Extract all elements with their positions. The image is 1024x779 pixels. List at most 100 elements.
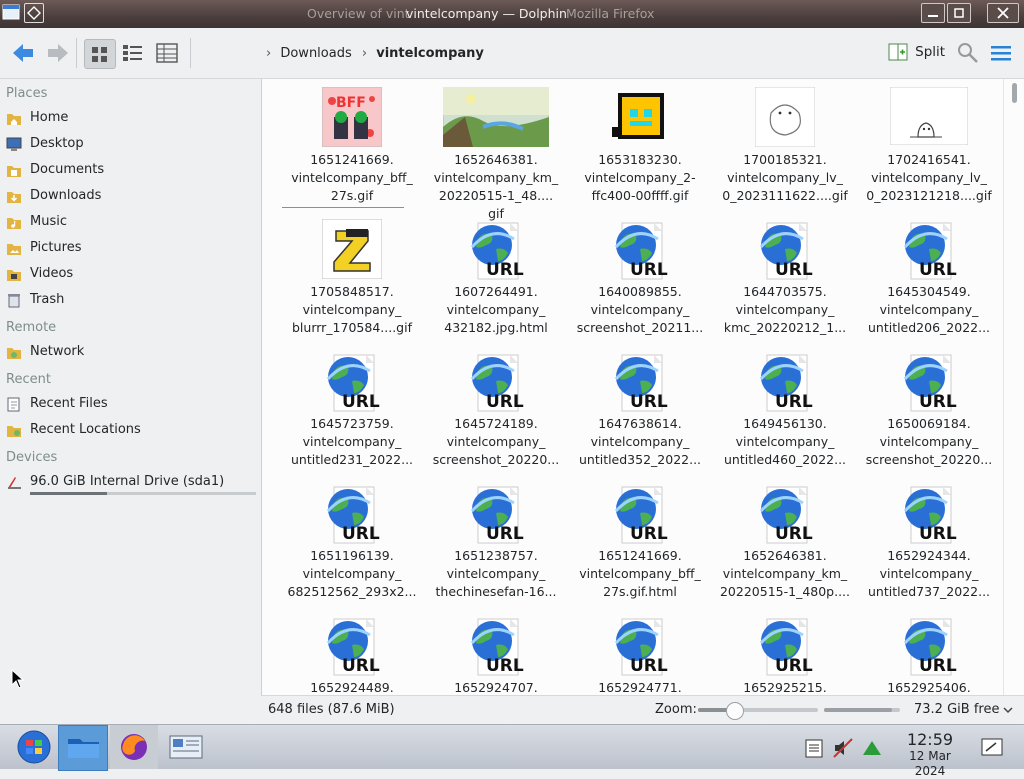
start-menu-icon[interactable] [10, 725, 58, 769]
back-arrow-icon[interactable] [10, 40, 36, 66]
audio-muted-icon[interactable] [832, 737, 854, 759]
sidebar-item-videos[interactable]: Videos [0, 261, 260, 287]
file-item-html[interactable]: URL 1644703575. vintelcompany_ kmc_20220212… [715, 219, 855, 337]
close-button[interactable] [987, 3, 1019, 23]
file-item-html[interactable]: URL 1652924771. [570, 615, 710, 695]
sidebar-item-home[interactable]: Home [0, 105, 260, 131]
svg-text:URL: URL [775, 524, 813, 544]
music-folder-icon [7, 218, 21, 229]
taskbar-dolphin[interactable] [58, 725, 108, 771]
sidebar-item-network[interactable]: Network [0, 339, 260, 365]
sidebar-item-recent-locations[interactable]: Recent Locations [0, 417, 260, 443]
devices-section-header: Devices [6, 450, 58, 465]
file-item-gif[interactable]: 1705848517. vintelcompany_ blurrr_170584..… [282, 218, 422, 337]
clock[interactable]: 12:59 12 Mar 2024 [892, 731, 968, 779]
sidebar-item-documents[interactable]: Documents [0, 157, 260, 183]
sidebar-item-label: Downloads [30, 188, 102, 203]
home-folder-icon [7, 114, 21, 125]
show-desktop-icon[interactable] [980, 736, 1004, 758]
file-name-line: untitled352_2022... [578, 452, 702, 467]
file-item-html[interactable]: URL 1607264491. vintelcompany_ 432182.jpg.h… [426, 219, 566, 337]
sidebar-item-desktop[interactable]: Desktop [0, 131, 260, 157]
file-name-line: 1652924771. [598, 680, 682, 695]
file-item-html[interactable]: URL 1652924344. vintelcompany_ untitled737_… [859, 483, 999, 601]
breadcrumb-downloads[interactable]: Downloads [280, 46, 351, 61]
file-name-line: 1645304549. [887, 284, 971, 299]
file-item-gif[interactable]: BFF 1651241669. vintelcompany_bff_ 27s.gif [282, 86, 422, 205]
clock-time: 12:59 [906, 730, 954, 749]
landscape-thumbnail [426, 86, 566, 151]
chevron-down-icon[interactable] [1002, 705, 1014, 715]
file-name-line: vintelcompany_ [735, 434, 835, 449]
maximize-button[interactable] [947, 3, 971, 23]
minimize-button[interactable] [921, 3, 945, 23]
split-button[interactable]: Split [888, 42, 945, 66]
file-name-line: 1652924489. [310, 680, 394, 695]
file-name-line: vintelcompany_ [879, 302, 979, 317]
network-status-icon[interactable] [861, 737, 883, 759]
sidebar-item-recent-files[interactable]: Recent Files [0, 391, 260, 417]
breadcrumb-current-folder[interactable]: vintelcompany [376, 46, 484, 61]
file-icon-view[interactable]: BFF 1651241669. vintelcompany_bff_ 27s.gif 1… [261, 79, 1004, 695]
file-item-html[interactable]: URL 1652925406. [859, 615, 999, 695]
background-window-title-2: Mozilla Firefox [566, 6, 655, 21]
file-item-html[interactable]: URL 1651196139. vintelcompany_ 682512562_29… [282, 483, 422, 601]
sidebar-item-downloads[interactable]: Downloads [0, 183, 260, 209]
clipboard-icon[interactable] [803, 737, 825, 759]
window-title: vintelcompany — Dolphin [406, 6, 567, 21]
file-item-html[interactable]: URL 1652646381. vintelcompany_km_ 20220515-… [715, 483, 855, 601]
file-item-html[interactable]: URL 1651241669. vintelcompany_bff_ 27s.gif.… [570, 483, 710, 601]
url-globe-icon: URL [282, 483, 422, 547]
file-item-gif[interactable]: 1652646381. vintelcompany_km_ 20220515-1_4… [426, 86, 566, 223]
file-item-html[interactable]: URL 1652924489. [282, 615, 422, 695]
file-item-html[interactable]: URL 1640089855. vintelcompany_ screenshot_2… [570, 219, 710, 337]
vertical-scrollbar[interactable] [1003, 79, 1024, 695]
zoom-slider-handle[interactable] [726, 702, 744, 720]
sidebar-item-music[interactable]: Music [0, 209, 260, 235]
system-settings-icon[interactable] [162, 725, 210, 769]
file-name-line: 682512562_293x2... [287, 584, 417, 599]
file-name-line: vintelcompany_ [879, 566, 979, 581]
file-item-html[interactable]: URL 1645304549. vintelcompany_ untitled206_… [859, 219, 999, 337]
taskbar-firefox[interactable] [110, 725, 158, 769]
file-name-line: 1652646381. [454, 152, 538, 167]
url-globe-icon: URL [715, 351, 855, 415]
file-item-gif[interactable]: 1702416541. vintelcompany_lv_ 0_2023121218… [859, 86, 999, 205]
file-item-gif[interactable]: 1700185321. vintelcompany_lv_ 0_2023111622… [715, 86, 855, 205]
sidebar-item-label: Trash [30, 292, 65, 307]
sidebar-item-label: Pictures [30, 240, 82, 255]
file-item-html[interactable]: URL 1645723759. vintelcompany_ untitled231_… [282, 351, 422, 469]
desktop-icon [6, 137, 22, 151]
file-item-gif[interactable]: 1653183230. vintelcompany_2- ffc400-00ffff… [570, 87, 710, 205]
forward-arrow-icon[interactable] [45, 40, 71, 66]
network-folder-icon [7, 348, 21, 359]
keep-above-icon[interactable] [24, 3, 44, 23]
compact-view-icon[interactable] [120, 40, 146, 66]
file-name-line: vintelcompany_ [302, 302, 402, 317]
sidebar-item-internal-drive[interactable]: 96.0 GiB Internal Drive (sda1) [0, 469, 260, 495]
file-item-html[interactable]: URL 1645724189. vintelcompany_ screenshot_2… [426, 351, 566, 469]
zoom-slider[interactable] [698, 702, 818, 720]
svg-text:URL: URL [919, 260, 957, 280]
toolbar-separator [76, 38, 77, 68]
url-globe-icon: URL [426, 351, 566, 415]
file-name-line: 1652924344. [887, 548, 971, 563]
free-space-label[interactable]: 73.2 GiB free [914, 702, 999, 717]
sidebar-item-pictures[interactable]: Pictures [0, 235, 260, 261]
scrollbar-thumb[interactable] [1012, 83, 1017, 103]
icons-view-button[interactable] [84, 39, 116, 69]
svg-text:URL: URL [486, 524, 524, 544]
hamburger-menu-icon[interactable] [988, 40, 1014, 66]
details-view-icon[interactable] [154, 40, 180, 66]
file-item-html[interactable]: URL 1652925215. [715, 615, 855, 695]
window-menu-icon[interactable] [2, 3, 20, 21]
file-item-html[interactable]: URL 1650069184. vintelcompany_ screenshot_2… [859, 351, 999, 469]
search-icon[interactable] [955, 40, 981, 66]
file-item-html[interactable]: URL 1651238757. vintelcompany_ thechinesefa… [426, 483, 566, 601]
sidebar-item-trash[interactable]: Trash [0, 287, 260, 313]
file-name-line: vintelcompany_ [302, 566, 402, 581]
file-item-html[interactable]: URL 1649456130. vintelcompany_ untitled460_… [715, 351, 855, 469]
file-item-html[interactable]: URL 1647638614. vintelcompany_ untitled352_… [570, 351, 710, 469]
file-item-html[interactable]: URL 1652924707. [426, 615, 566, 695]
recent-files-icon [7, 397, 20, 412]
